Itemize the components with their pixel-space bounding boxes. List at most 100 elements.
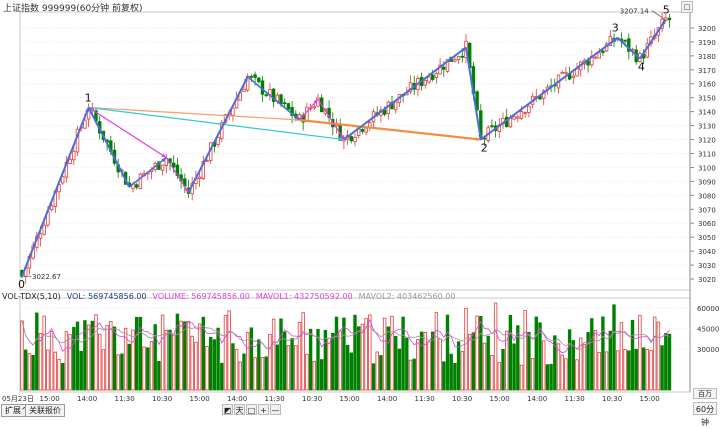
candle: [42, 224, 46, 235]
volume-bar: [142, 346, 146, 391]
candle: [434, 73, 439, 79]
candle: [519, 111, 524, 119]
volume-bar: [253, 357, 257, 391]
volume-bar: [279, 318, 283, 391]
time-axis-label: 11:30: [265, 395, 285, 403]
volume-bar: [497, 362, 501, 391]
candle: [264, 94, 268, 97]
volume-bar: [164, 329, 168, 391]
candle: [72, 150, 76, 161]
window-icon[interactable]: □: [246, 404, 257, 415]
volume-bar: [453, 362, 457, 391]
chart-canvas[interactable]: 3020303030403050306030703080309031003110…: [0, 0, 720, 416]
wave-label: 5: [663, 4, 670, 17]
volume-bar: [305, 353, 309, 391]
candle: [667, 17, 672, 21]
volume-bar: [257, 339, 261, 391]
volume-bar: [405, 337, 409, 391]
time-axis-label: 15:00: [340, 395, 360, 403]
volume-bar: [208, 336, 213, 391]
restore-icon[interactable]: □: [681, 1, 693, 13]
time-axis-label: 11:30: [415, 395, 435, 403]
candle: [460, 55, 464, 58]
volume-bar: [227, 310, 231, 391]
volume-bar: [630, 319, 635, 391]
wave-line: [639, 19, 667, 60]
volume-bar: [571, 340, 575, 391]
volume-bar: [308, 328, 313, 391]
candle: [197, 176, 202, 179]
volume-bar: [508, 314, 513, 391]
volume-bar: [360, 323, 365, 391]
volume-bar: [345, 344, 350, 391]
volume-bar: [205, 346, 209, 391]
ruler-icon[interactable]: +: [258, 404, 269, 415]
volume-bar: [456, 341, 461, 391]
scissor-icon[interactable]: 天: [234, 404, 245, 415]
volume-bar: [220, 362, 224, 391]
volume-bar: [242, 353, 246, 391]
wave-line: [128, 157, 167, 188]
volume-bar: [323, 329, 328, 391]
volume-bar: [560, 354, 564, 391]
candle: [564, 71, 568, 74]
volume-bar: [601, 316, 605, 391]
volume-bar: [412, 358, 416, 391]
volume-bar: [238, 361, 242, 391]
volume-bar: [120, 353, 124, 391]
volume-bar: [134, 316, 139, 391]
volume-bar: [153, 324, 157, 391]
time-axis-label: 15:00: [490, 395, 510, 403]
price-tick-label: 3070: [698, 206, 716, 214]
volume-bar: [512, 343, 516, 391]
volume-bar: [190, 335, 194, 391]
candle: [279, 94, 283, 105]
candle: [368, 122, 372, 128]
period-selector[interactable]: 60分钟: [693, 402, 717, 427]
volume-bar: [564, 358, 568, 391]
volume-bar: [98, 333, 102, 391]
volume-bar: [275, 344, 279, 391]
volume-bar: [319, 359, 324, 391]
volume-bar: [549, 363, 553, 391]
zoom-icon[interactable]: ◩: [222, 404, 233, 415]
volume-bar: [23, 349, 28, 391]
volume-bar: [271, 318, 276, 391]
candle: [512, 116, 516, 120]
related-quote-button[interactable]: 关联报价: [25, 404, 65, 417]
volume-bar: [619, 322, 624, 391]
volume-bar: [127, 343, 131, 391]
volume-bar: [408, 359, 413, 391]
chart-title: 上证指数 999999(60分钟 前复权): [3, 4, 143, 14]
volume-bar: [545, 364, 550, 391]
volume-bar: [612, 304, 616, 391]
volume-bar: [482, 342, 487, 391]
volume-bar: [61, 363, 65, 391]
volume-bar: [342, 317, 346, 391]
volume-bar: [460, 351, 464, 391]
candle: [297, 114, 302, 119]
volume-bar: [349, 352, 353, 391]
volume-bar: [467, 333, 472, 391]
candle: [623, 39, 627, 42]
volume-bar: [393, 335, 398, 391]
volume-bar: [386, 326, 390, 391]
candle: [349, 136, 353, 142]
volume-bar: [75, 321, 80, 391]
volume-bar: [301, 312, 305, 391]
volume-bar: [586, 332, 590, 391]
volume-bar: [567, 329, 572, 391]
price-tick-label: 3040: [698, 248, 716, 256]
chart-icon[interactable]: —: [270, 404, 281, 415]
volume-bar: [338, 330, 342, 391]
vol-indicator-name: VOL-TDX(5,10): [2, 292, 61, 301]
volume-bar: [490, 354, 494, 391]
volume-bar: [523, 310, 527, 391]
volume-bar: [390, 316, 394, 391]
volume-bar: [168, 329, 172, 391]
candle: [68, 159, 72, 164]
volume-bar: [430, 331, 435, 391]
volume-bar: [527, 331, 531, 391]
volume-bar: [334, 316, 339, 391]
volume-bar: [493, 302, 498, 391]
